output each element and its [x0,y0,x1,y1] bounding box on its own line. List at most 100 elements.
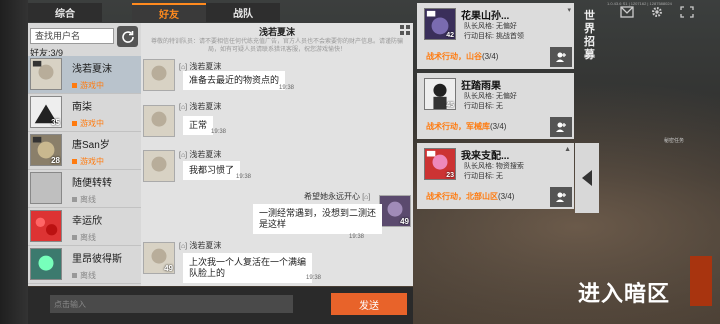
add-user-icon [556,52,566,62]
avatar [30,172,62,204]
friend-status: 游戏中 [72,156,104,167]
team-badge-icon: ▲ [564,146,571,153]
friend-name: 里昂彼得斯 [72,254,122,265]
message-sender: 希望她永远开心 [⌂] [304,192,371,201]
message-time: 19:38 [211,129,227,135]
team-goal: 行动目标: 无 [464,173,503,180]
friend-status: 离线 [72,232,96,243]
avatar: 23 [424,148,456,180]
add-user-icon [556,192,566,202]
friend-status: 游戏中 [72,80,104,91]
message-bubble: 我都习惯了 [183,161,241,180]
message-bubble: 一测经常遇到，没想到二测还 是这样 [253,204,383,234]
team-leader-name: 我来支配... [461,151,510,162]
chat-input-bar: 发送 [28,287,413,324]
status-icon [72,121,77,126]
friend-item[interactable]: 幸运欣 离线 [28,208,141,246]
refresh-icon [121,30,134,43]
refresh-button[interactable] [117,26,138,47]
friend-name: 南柒 [72,102,92,113]
avatar [143,59,175,91]
team-card[interactable]: 42 花果山孙... ▾ 队长风格: 无偏好 行动目标: 挑战首领 战术行动，山… [417,3,574,69]
message-sender: [⌂] 浅若夏沫 [179,102,222,111]
avatar: 45 [424,78,456,110]
team-card[interactable]: 45 狂踏雨果 队长风格: 无偏好 行动目标: 无 战术行动，军械库(3/4) [417,73,574,139]
team-mode: 战术行动，军械库(3/4) [426,122,507,131]
message-time: 19:38 [279,85,295,91]
join-team-button[interactable] [550,187,572,207]
grid-icon[interactable] [400,25,410,35]
chat-input[interactable] [50,295,293,313]
friend-item[interactable]: 浅若夏沫 游戏中 [28,56,141,94]
add-user-icon [556,122,566,132]
friend-status: 离线 [72,270,96,281]
avatar [143,150,175,182]
search-input[interactable] [30,28,114,44]
avatar: 28 [30,134,62,166]
map-label: 秘密任务 [664,138,685,144]
chat-panel: 浅若夏沫 尊敬的特训队员：请不要相信任何代练充值广告，官方人员也不会索要你的财产… [141,23,413,286]
status-icon [72,159,77,164]
message-bubble: 准备去最近的物资点的 [183,71,286,90]
friend-name: 唐San岁 [72,140,110,151]
status-icon [72,83,77,88]
side-tab[interactable] [690,256,712,306]
status-icon [72,235,77,240]
arrow-left-icon [582,170,592,186]
gear-icon[interactable] [650,6,664,18]
tab-team[interactable]: 战队 [206,3,280,22]
message-sender: [⌂] 浅若夏沫 [179,150,222,159]
message-time: 19:38 [236,174,252,180]
join-team-button[interactable] [550,47,572,67]
team-style: 队长风格: 物资搜索 [464,163,524,170]
friend-status: 游戏中 [72,118,104,129]
avatar [30,248,62,280]
message-time: 19:38 [306,275,322,281]
chat-title: 浅若夏沫 [258,27,295,37]
collapse-panel-button[interactable] [575,143,599,213]
team-badge-icon: ▾ [567,7,571,14]
avatar: 35 [30,96,62,128]
team-mode: 战术行动，北部山区(3/4) [426,192,515,201]
team-leader-name: 花果山孙... [461,11,510,22]
message-sender: [⌂] 浅若夏沫 [179,241,222,250]
tab-general[interactable]: 综合 [28,3,102,22]
friend-status: 离线 [72,194,96,205]
avatar: 49 [379,195,411,227]
mail-icon[interactable] [620,6,634,18]
world-recruit-label[interactable]: 世界招募 [584,10,598,62]
avatar: 42 [424,8,456,40]
friend-list: 浅若夏沫 游戏中 35 南柒 游戏中 28 唐San岁 游戏中 随便转转 离线 [28,56,141,284]
recruit-panel: 42 花果山孙... ▾ 队长风格: 无偏好 行动目标: 挑战首领 战术行动，山… [414,0,574,214]
avatar [30,58,62,90]
message-bubble: 上次我一个人复活在一个满编 队脸上的 [183,253,313,283]
team-card[interactable]: 23 我来支配... ▲ 队长风格: 物资搜索 行动目标: 无 战术行动，北部山… [417,143,574,209]
tab-friends[interactable]: 好友 [132,3,206,22]
team-style: 队长风格: 无偏好 [464,93,517,100]
message-time: 19:38 [349,234,365,240]
enter-dark-zone-button[interactable]: 进入暗区 [578,276,670,308]
friend-item[interactable]: 随便转转 离线 [28,170,141,208]
avatar: 49 [143,242,175,274]
chat-notice: 尊敬的特训队员：请不要相信任何代练充值广告，官方人员也不会索要你的财产信息。请谨… [150,39,403,53]
message-bubble: 正常 [183,116,214,135]
team-mode: 战术行动，山谷(3/4) [426,52,499,61]
status-icon [72,197,77,202]
status-icon [72,273,77,278]
team-style: 队长风格: 无偏好 [464,23,517,30]
friend-panel: 好友:3/9 浅若夏沫 游戏中 35 南柒 游戏中 28 唐San岁 游戏中 [28,23,141,286]
friend-name: 浅若夏沫 [72,64,112,75]
tab-bar: 综合 好友 战队 [28,3,412,23]
avatar [143,105,175,137]
friend-item[interactable]: 35 南柒 游戏中 [28,94,141,132]
left-edge-panel [0,0,28,324]
friend-item[interactable]: 28 唐San岁 游戏中 [28,132,141,170]
friend-name: 随便转转 [72,178,112,189]
avatar [30,210,62,242]
send-button[interactable]: 发送 [331,293,407,315]
join-team-button[interactable] [550,117,572,137]
fullscreen-icon[interactable] [680,6,694,18]
team-goal: 行动目标: 无 [464,103,503,110]
friend-item[interactable]: 里昂彼得斯 离线 [28,246,141,284]
team-goal: 行动目标: 挑战首领 [464,33,524,40]
